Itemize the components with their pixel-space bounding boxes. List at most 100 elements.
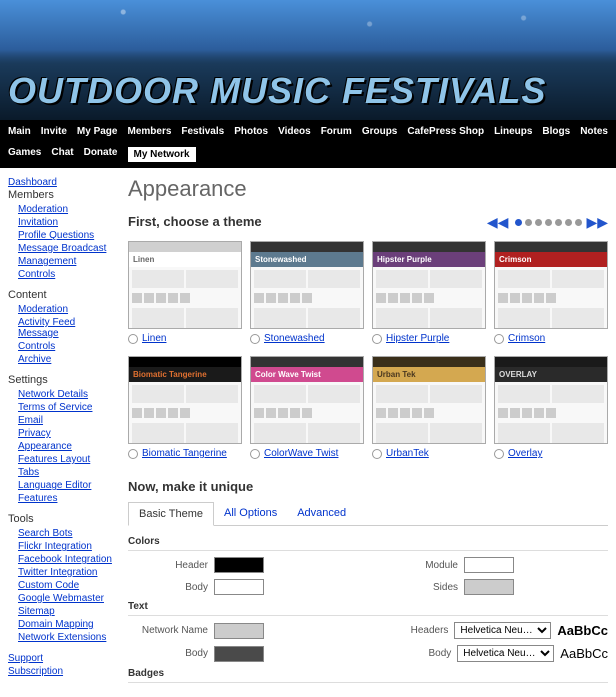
nav-blogs[interactable]: Blogs [542, 126, 570, 137]
carousel-dot[interactable] [545, 219, 552, 226]
theme-thumb[interactable]: OVERLAY [494, 356, 608, 444]
carousel-dot[interactable] [555, 219, 562, 226]
theme-thumb[interactable]: Urban Tek [372, 356, 486, 444]
sidebar-link-management[interactable]: Management [8, 255, 118, 268]
theme-radio[interactable] [372, 449, 382, 459]
theme-link[interactable]: Linen [142, 333, 166, 344]
sidebar-link-facebook-integration[interactable]: Facebook Integration [8, 553, 118, 566]
sidebar-link-google-webmaster[interactable]: Google Webmaster [8, 592, 118, 605]
nav-my-network[interactable]: My Network [128, 147, 196, 162]
tab-all-options[interactable]: All Options [214, 502, 287, 525]
nav-groups[interactable]: Groups [362, 126, 398, 137]
nav-lineups[interactable]: Lineups [494, 126, 532, 137]
header-color-swatch[interactable] [214, 557, 264, 573]
sidebar-link-tabs[interactable]: Tabs [8, 466, 118, 479]
sidebar-link-language-editor[interactable]: Language Editor [8, 479, 118, 492]
sides-color-swatch[interactable] [464, 579, 514, 595]
nav-notes[interactable]: Notes [580, 126, 608, 137]
theme-radio[interactable] [372, 334, 382, 344]
theme-thumb[interactable]: Crimson [494, 241, 608, 329]
sidebar-link-twitter-integration[interactable]: Twitter Integration [8, 566, 118, 579]
sidebar-link-message-broadcast[interactable]: Message Broadcast [8, 242, 118, 255]
carousel-next-icon[interactable]: ▶▶ [586, 214, 608, 231]
sidebar-link-search-bots[interactable]: Search Bots [8, 527, 118, 540]
sidebar-link-moderation[interactable]: Moderation [8, 303, 118, 316]
sidebar-link-features-layout[interactable]: Features Layout [8, 453, 118, 466]
sidebar-link-privacy[interactable]: Privacy [8, 427, 118, 440]
sidebar-link-custom-code[interactable]: Custom Code [8, 579, 118, 592]
colors-group-label: Colors [128, 536, 608, 551]
carousel-dot[interactable] [575, 219, 582, 226]
tab-advanced[interactable]: Advanced [287, 502, 356, 525]
nav-photos[interactable]: Photos [234, 126, 268, 137]
theme-thumb[interactable]: Hipster Purple [372, 241, 486, 329]
sides-color-label: Sides [378, 582, 458, 593]
nav-my-page[interactable]: My Page [77, 126, 118, 137]
nav-donate[interactable]: Donate [84, 147, 118, 162]
theme-radio[interactable] [250, 449, 260, 459]
carousel-dot[interactable] [535, 219, 542, 226]
sidebar-link-appearance[interactable]: Appearance [8, 440, 118, 453]
theme-link[interactable]: Overlay [508, 448, 542, 459]
nav-forum[interactable]: Forum [321, 126, 352, 137]
sidebar-link-archive[interactable]: Archive [8, 353, 118, 366]
sidebar-support[interactable]: Support [8, 652, 118, 665]
nav-chat[interactable]: Chat [51, 147, 73, 162]
theme-radio[interactable] [250, 334, 260, 344]
sidebar-link-domain-mapping[interactable]: Domain Mapping [8, 618, 118, 631]
nav-games[interactable]: Games [8, 147, 41, 162]
carousel-prev-icon[interactable]: ◀◀ [487, 214, 509, 231]
theme-thumb[interactable]: Stonewashed [250, 241, 364, 329]
tab-basic-theme[interactable]: Basic Theme [128, 502, 214, 526]
theme-radio[interactable] [494, 334, 504, 344]
carousel-dot[interactable] [515, 219, 522, 226]
theme-thumb[interactable]: Linen [128, 241, 242, 329]
sidebar-link-sitemap[interactable]: Sitemap [8, 605, 118, 618]
body-font-select[interactable]: Helvetica Neu… [457, 645, 554, 662]
theme-radio[interactable] [128, 449, 138, 459]
theme-link[interactable]: Crimson [508, 333, 545, 344]
nav-festivals[interactable]: Festivals [181, 126, 224, 137]
sidebar-link-network-extensions[interactable]: Network Extensions [8, 631, 118, 644]
sidebar-link-profile-questions[interactable]: Profile Questions [8, 229, 118, 242]
sidebar-link-features[interactable]: Features [8, 492, 118, 505]
sidebar-link-invitation[interactable]: Invitation [8, 216, 118, 229]
nav-members[interactable]: Members [127, 126, 171, 137]
carousel-dot[interactable] [525, 219, 532, 226]
network-name-color-swatch[interactable] [214, 623, 264, 639]
sidebar-link-controls[interactable]: Controls [8, 340, 118, 353]
sidebar-link-flickr-integration[interactable]: Flickr Integration [8, 540, 118, 553]
nav-cafepress-shop[interactable]: CafePress Shop [407, 126, 484, 137]
nav-invite[interactable]: Invite [41, 126, 67, 137]
theme-link[interactable]: Hipster Purple [386, 333, 449, 344]
theme-radio[interactable] [128, 334, 138, 344]
theme-link[interactable]: ColorWave Twist [264, 448, 338, 459]
body-text-label: Body [128, 648, 208, 659]
nav-videos[interactable]: Videos [278, 126, 311, 137]
carousel-dot[interactable] [565, 219, 572, 226]
sidebar-link-controls[interactable]: Controls [8, 268, 118, 281]
theme-card: Urban Tek UrbanTek [372, 356, 486, 463]
body-font-sample: AaBbCc [560, 646, 608, 661]
module-color-swatch[interactable] [464, 557, 514, 573]
tabs: Basic ThemeAll OptionsAdvanced [128, 502, 608, 526]
body-text-color-swatch[interactable] [214, 646, 264, 662]
theme-link[interactable]: Biomatic Tangerine [142, 448, 227, 459]
sidebar-link-moderation[interactable]: Moderation [8, 203, 118, 216]
body-color-swatch[interactable] [214, 579, 264, 595]
main-nav: Main Invite My Page Members Festivals Photos V… [0, 120, 616, 168]
theme-thumb[interactable]: Biomatic Tangerine [128, 356, 242, 444]
theme-link[interactable]: UrbanTek [386, 448, 429, 459]
sidebar-subscription[interactable]: Subscription [8, 665, 118, 678]
sidebar-link-terms-of-service[interactable]: Terms of Service [8, 401, 118, 414]
nav-main[interactable]: Main [8, 126, 31, 137]
sidebar: Dashboard MembersModerationInvitationPro… [8, 176, 118, 689]
theme-thumb[interactable]: Color Wave Twist [250, 356, 364, 444]
sidebar-link-network-details[interactable]: Network Details [8, 388, 118, 401]
sidebar-link-email[interactable]: Email [8, 414, 118, 427]
headers-font-select[interactable]: Helvetica Neu… [454, 622, 551, 639]
theme-link[interactable]: Stonewashed [264, 333, 325, 344]
sidebar-dashboard[interactable]: Dashboard [8, 176, 118, 189]
theme-radio[interactable] [494, 449, 504, 459]
sidebar-link-activity-feed-message[interactable]: Activity Feed Message [8, 316, 118, 340]
